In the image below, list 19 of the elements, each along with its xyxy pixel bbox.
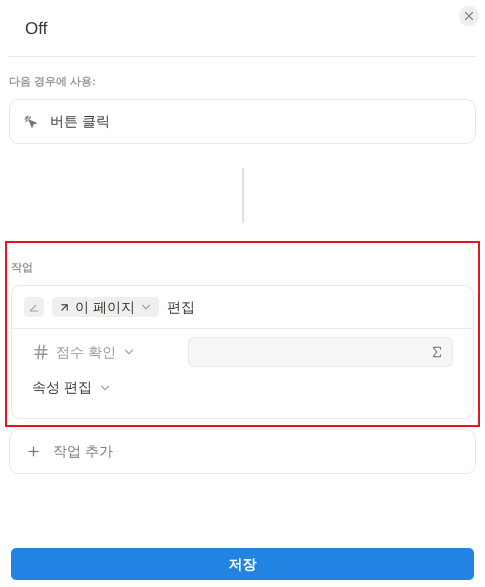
trigger-value: 버튼 클릭 — [50, 112, 110, 131]
add-action-button[interactable]: 작업 추가 — [9, 429, 476, 474]
save-button[interactable]: 저장 — [11, 548, 474, 580]
value-field[interactable] — [188, 337, 453, 367]
panel-title: Off — [25, 19, 48, 38]
page-dropdown[interactable]: 이 페이지 — [52, 297, 159, 317]
action-verb: 편집 — [166, 298, 195, 316]
edit-icon-button[interactable] — [24, 297, 44, 317]
angle-icon — [29, 302, 39, 312]
plus-icon — [26, 444, 41, 459]
hash-icon — [32, 343, 50, 361]
section-label: 다음 경우에 사용: — [9, 76, 96, 88]
click-icon — [24, 114, 38, 128]
close-button[interactable] — [459, 6, 479, 26]
section-label: 작업 — [11, 262, 33, 274]
close-icon — [462, 9, 476, 23]
trigger-card[interactable]: 버튼 클릭 — [9, 99, 476, 144]
edit-property-dropdown[interactable]: 속성 편집 — [32, 377, 112, 398]
sigma-icon — [430, 345, 444, 359]
